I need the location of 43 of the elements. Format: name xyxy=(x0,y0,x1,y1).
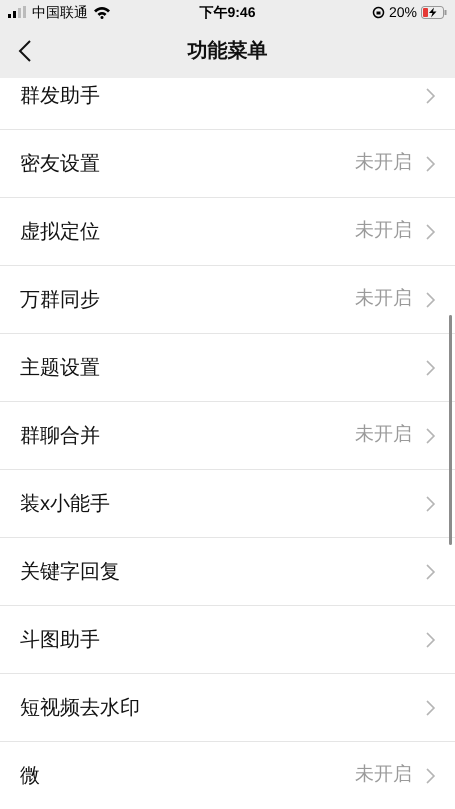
battery-percent: 20% xyxy=(388,2,417,22)
item-status: 未开启 xyxy=(355,219,412,244)
menu-item[interactable]: 关键字回复 xyxy=(0,538,455,606)
menu-item[interactable]: 短视频去水印 xyxy=(0,674,455,742)
chevron-icon xyxy=(426,564,435,580)
menu-item[interactable]: 虚拟定位 未开启 xyxy=(0,198,455,266)
menu-item[interactable]: 微 未开启 xyxy=(0,742,455,809)
item-status: 未开启 xyxy=(355,287,412,312)
carrier-name: 中国联通 xyxy=(32,2,88,22)
chevron-icon xyxy=(426,224,435,240)
chevron-icon xyxy=(426,88,435,104)
chevron-icon xyxy=(426,428,435,444)
chevron-icon xyxy=(426,156,435,172)
wifi-icon xyxy=(93,6,111,18)
item-label: 万群同步 xyxy=(20,288,100,312)
item-label: 关键字回复 xyxy=(20,560,120,584)
chevron-icon xyxy=(426,360,435,376)
battery-charging-icon xyxy=(421,6,447,18)
item-label: 密友设置 xyxy=(20,152,100,176)
back-icon xyxy=(18,39,32,63)
chevron-icon xyxy=(426,496,435,512)
menu-item[interactable]: 密友设置 未开启 xyxy=(0,130,455,198)
chevron-icon xyxy=(426,632,435,648)
item-status: 未开启 xyxy=(355,763,412,788)
chevron-icon xyxy=(426,700,435,716)
signal-icon xyxy=(8,6,28,18)
item-label: 装x小能手 xyxy=(20,492,110,516)
item-label: 群发助手 xyxy=(20,84,100,108)
item-label: 斗图助手 xyxy=(20,628,100,652)
item-label: 主题设置 xyxy=(20,356,100,380)
rotation-lock-icon xyxy=(372,6,385,18)
item-label: 群聊合并 xyxy=(20,424,100,448)
status-time: 下午9:46 xyxy=(199,2,256,22)
item-status: 未开启 xyxy=(355,423,412,448)
menu-item[interactable]: 群发助手 xyxy=(0,78,455,130)
chevron-icon xyxy=(426,768,435,784)
item-status: 未开启 xyxy=(355,151,412,176)
item-label: 短视频去水印 xyxy=(20,696,140,720)
menu-item[interactable]: 斗图助手 xyxy=(0,606,455,674)
item-label: 虚拟定位 xyxy=(20,220,100,244)
chevron-icon xyxy=(426,292,435,308)
item-label: 微 xyxy=(20,764,40,788)
page-title: 功能菜单 xyxy=(188,39,268,64)
